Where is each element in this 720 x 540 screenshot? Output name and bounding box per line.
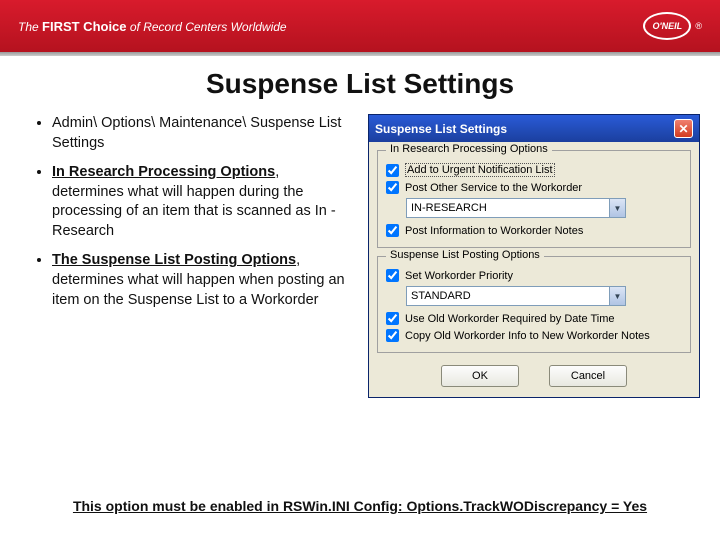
bullet-item: The Suspense List Posting Options, deter… xyxy=(52,251,354,310)
registered-icon: ® xyxy=(695,21,702,31)
ok-button[interactable]: OK xyxy=(441,365,519,387)
dialog-button-row: OK Cancel xyxy=(369,357,699,397)
checkbox-row: Set Workorder Priority xyxy=(386,269,682,282)
tagline-suffix: of Record Centers Worldwide xyxy=(127,20,287,34)
settings-dialog: Suspense List Settings ✕ In Research Pro… xyxy=(368,114,700,398)
checkbox-label: Use Old Workorder Required by Date Time xyxy=(405,313,615,325)
checkbox-row: Post Information to Workorder Notes xyxy=(386,224,682,237)
service-select[interactable]: IN-RESEARCH ▼ xyxy=(406,198,626,218)
dialog-title: Suspense List Settings xyxy=(375,122,507,136)
research-processing-group: In Research Processing Options Add to Ur… xyxy=(377,150,691,248)
post-other-service-checkbox[interactable] xyxy=(386,181,399,194)
bullet-list: Admin\ Options\ Maintenance\ Suspense Li… xyxy=(34,114,354,398)
chevron-down-icon: ▼ xyxy=(609,287,625,305)
checkbox-row: Post Other Service to the Workorder xyxy=(386,181,682,194)
page-title: Suspense List Settings xyxy=(0,56,720,114)
bullet-bold: In Research Processing Options xyxy=(52,164,275,180)
checkbox-label: Post Other Service to the Workorder xyxy=(405,182,582,194)
checkbox-label: Add to Urgent Notification List xyxy=(405,163,555,177)
group-legend: In Research Processing Options xyxy=(386,143,552,155)
posting-options-group: Suspense List Posting Options Set Workor… xyxy=(377,256,691,353)
group-legend: Suspense List Posting Options xyxy=(386,249,544,261)
set-priority-checkbox[interactable] xyxy=(386,269,399,282)
tagline-bold: FIRST Choice xyxy=(42,19,127,34)
select-value: IN-RESEARCH xyxy=(411,202,487,214)
checkbox-label: Set Workorder Priority xyxy=(405,270,513,282)
chevron-down-icon: ▼ xyxy=(609,199,625,217)
bullet-item: Admin\ Options\ Maintenance\ Suspense Li… xyxy=(52,114,354,153)
bullet-bold: The Suspense List Posting Options xyxy=(52,252,296,268)
footer-note: This option must be enabled in RSWin.INI… xyxy=(0,498,720,514)
bullet-text: Admin\ Options\ Maintenance\ Suspense Li… xyxy=(52,115,341,151)
cancel-button[interactable]: Cancel xyxy=(549,365,627,387)
priority-select[interactable]: STANDARD ▼ xyxy=(406,286,626,306)
checkbox-label: Copy Old Workorder Info to New Workorder… xyxy=(405,330,650,342)
close-icon: ✕ xyxy=(678,122,688,136)
close-button[interactable]: ✕ xyxy=(674,119,693,138)
tagline-prefix: The xyxy=(18,20,42,34)
checkbox-row: Use Old Workorder Required by Date Time xyxy=(386,312,682,325)
brand-logo: O'NEIL ® xyxy=(643,12,702,40)
select-value: STANDARD xyxy=(411,290,471,302)
bullet-item: In Research Processing Options, determin… xyxy=(52,163,354,241)
urgent-notification-checkbox[interactable] xyxy=(386,164,399,177)
checkbox-label: Post Information to Workorder Notes xyxy=(405,225,583,237)
brand-banner: The FIRST Choice of Record Centers World… xyxy=(0,0,720,52)
post-info-notes-checkbox[interactable] xyxy=(386,224,399,237)
dialog-titlebar: Suspense List Settings ✕ xyxy=(369,115,699,142)
use-old-datetime-checkbox[interactable] xyxy=(386,312,399,325)
checkbox-row: Copy Old Workorder Info to New Workorder… xyxy=(386,329,682,342)
logo-text: O'NEIL xyxy=(643,12,691,40)
copy-old-info-checkbox[interactable] xyxy=(386,329,399,342)
tagline: The FIRST Choice of Record Centers World… xyxy=(18,19,287,34)
checkbox-row: Add to Urgent Notification List xyxy=(386,163,682,177)
content-row: Admin\ Options\ Maintenance\ Suspense Li… xyxy=(0,114,720,398)
